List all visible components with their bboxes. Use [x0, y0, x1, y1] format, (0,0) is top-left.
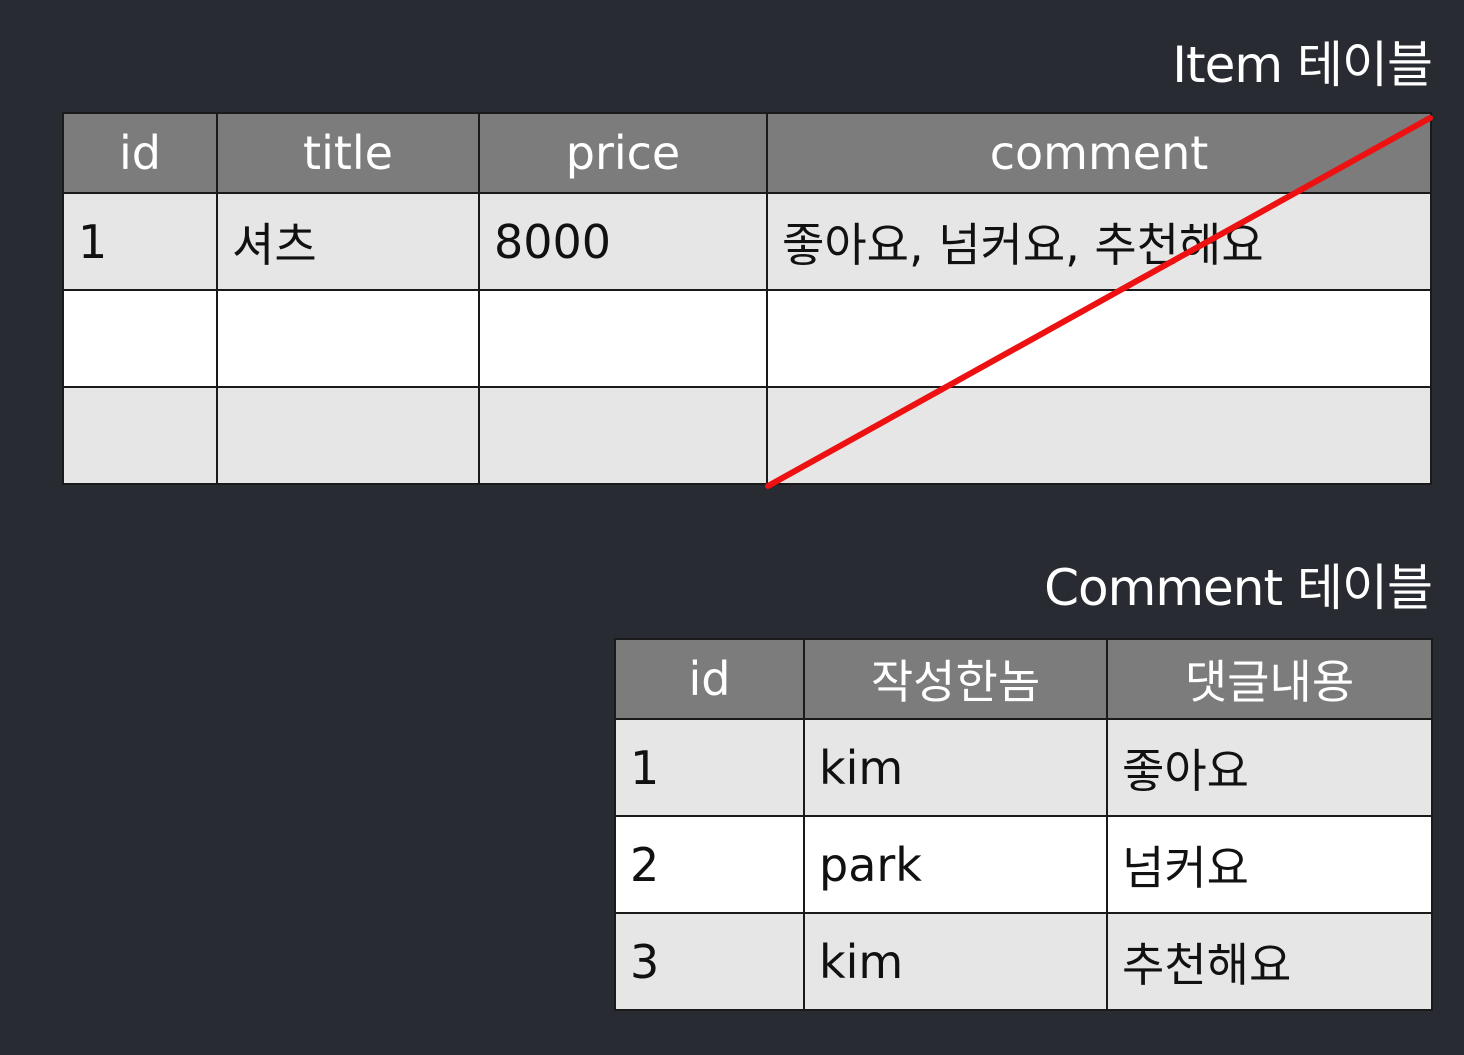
- item-cell-price: [478, 386, 768, 485]
- item-table-row: [62, 289, 1432, 388]
- item-col-id: id: [62, 112, 218, 194]
- comment-table: id 작성한놈 댓글내용 1 kim 좋아요 2 park 넘커요 3 kim …: [614, 638, 1433, 1011]
- item-table-row: 1 셔츠 8000 좋아요, 넘커요, 추천해요: [62, 192, 1432, 291]
- comment-table-caption: Comment 테이블: [1044, 559, 1433, 617]
- comment-cell-author: park: [803, 815, 1108, 914]
- item-cell-title: [216, 386, 480, 485]
- comment-cell-id: 2: [614, 815, 805, 914]
- item-cell-id: 1: [62, 192, 218, 291]
- item-cell-price: 8000: [478, 192, 768, 291]
- comment-cell-id: 3: [614, 912, 805, 1011]
- item-cell-comment: [766, 289, 1432, 388]
- item-cell-comment: [766, 386, 1432, 485]
- comment-cell-content: 추천해요: [1106, 912, 1433, 1011]
- comment-table-row: 3 kim 추천해요: [614, 912, 1433, 1011]
- item-cell-title: [216, 289, 480, 388]
- item-cell-price: [478, 289, 768, 388]
- comment-table-row: 2 park 넘커요: [614, 815, 1433, 914]
- comment-table-row: 1 kim 좋아요: [614, 718, 1433, 817]
- item-cell-comment: 좋아요, 넘커요, 추천해요: [766, 192, 1432, 291]
- item-table-caption: Item 테이블: [1172, 36, 1433, 94]
- item-col-title: title: [216, 112, 480, 194]
- comment-col-id: id: [614, 638, 805, 720]
- comment-col-author: 작성한놈: [803, 638, 1108, 720]
- item-table-header-row: id title price comment: [62, 112, 1432, 194]
- comment-table-header-row: id 작성한놈 댓글내용: [614, 638, 1433, 720]
- diagram-canvas: Item 테이블 id title price comment 1 셔츠 800…: [0, 0, 1464, 1055]
- item-table: id title price comment 1 셔츠 8000 좋아요, 넘커…: [62, 112, 1432, 485]
- comment-col-content: 댓글내용: [1106, 638, 1433, 720]
- item-cell-title: 셔츠: [216, 192, 480, 291]
- item-col-price: price: [478, 112, 768, 194]
- item-table-row: [62, 386, 1432, 485]
- comment-cell-content: 넘커요: [1106, 815, 1433, 914]
- comment-cell-author: kim: [803, 912, 1108, 1011]
- comment-cell-id: 1: [614, 718, 805, 817]
- comment-cell-content: 좋아요: [1106, 718, 1433, 817]
- item-col-comment: comment: [766, 112, 1432, 194]
- item-cell-id: [62, 289, 218, 388]
- item-cell-id: [62, 386, 218, 485]
- comment-cell-author: kim: [803, 718, 1108, 817]
